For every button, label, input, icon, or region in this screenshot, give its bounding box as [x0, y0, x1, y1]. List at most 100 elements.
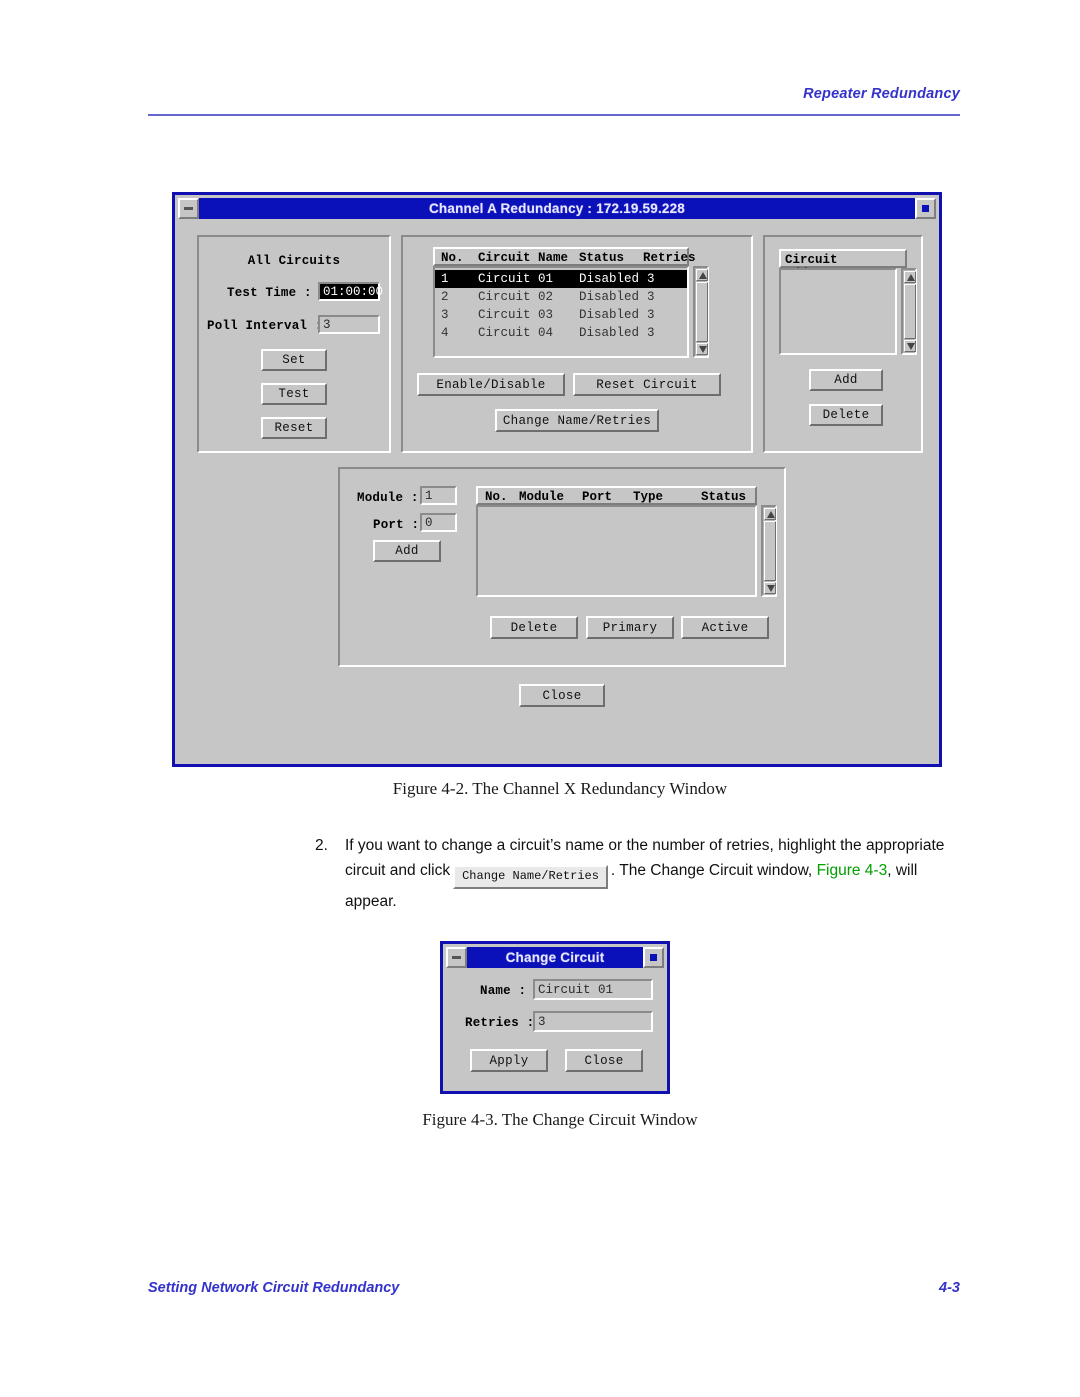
- window-close-button[interactable]: Close: [519, 684, 605, 707]
- scroll-thumb[interactable]: [904, 284, 916, 339]
- name-input[interactable]: Circuit 01: [533, 979, 653, 1000]
- circuit-cell-no: 2: [441, 290, 449, 304]
- port-input[interactable]: 0: [420, 513, 457, 532]
- circuit-cell-name: Circuit 04: [478, 326, 554, 340]
- maximize-icon[interactable]: [643, 947, 664, 968]
- retries-input[interactable]: 3: [533, 1011, 653, 1032]
- column-type: Type: [633, 490, 664, 504]
- all-circuits-title: All Circuits: [247, 254, 341, 268]
- ports-delete-button[interactable]: Delete: [490, 616, 578, 639]
- apply-button[interactable]: Apply: [470, 1049, 548, 1072]
- circuit-cell-no: 4: [441, 326, 449, 340]
- circuit-row[interactable]: 1 Circuit 01 Disabled 3: [435, 270, 687, 288]
- circuit-cell-status: Disabled: [579, 326, 640, 340]
- column-status: Status: [579, 251, 625, 265]
- channel-redundancy-window: Channel A Redundancy : 172.19.59.228 All…: [172, 192, 942, 767]
- column-no: No.: [441, 251, 464, 265]
- scroll-down-icon[interactable]: [904, 340, 916, 352]
- module-input[interactable]: 1: [420, 486, 457, 505]
- circuit-row[interactable]: 2 Circuit 02 Disabled 3: [435, 288, 687, 306]
- figure-4-2-caption: Figure 4-2. The Channel X Redundancy Win…: [392, 779, 728, 798]
- column-module: Module: [519, 490, 565, 504]
- circuit-row[interactable]: 4 Circuit 04 Disabled 3: [435, 324, 687, 342]
- change-circuit-close-button[interactable]: Close: [565, 1049, 643, 1072]
- port-add-button[interactable]: Add: [373, 540, 441, 562]
- circuit-row[interactable]: 3 Circuit 03 Disabled 3: [435, 306, 687, 324]
- address-delete-button[interactable]: Delete: [809, 404, 883, 426]
- circuit-addresses-listbox[interactable]: [779, 268, 897, 355]
- poll-interval-input[interactable]: 3: [318, 315, 380, 334]
- circuits-column-header: No. Circuit Name Status Retries: [433, 247, 696, 266]
- scroll-thumb[interactable]: [764, 521, 776, 581]
- test-time-input[interactable]: 01:00:00: [318, 282, 383, 301]
- circuit-cell-retries: 3: [647, 290, 655, 304]
- scroll-down-icon[interactable]: [696, 343, 708, 355]
- set-button[interactable]: Set: [261, 349, 327, 371]
- window-title: Channel A Redundancy : 172.19.59.228: [428, 201, 686, 216]
- scroll-down-icon[interactable]: [764, 582, 776, 594]
- column-circuit-name: Circuit Name: [478, 251, 569, 265]
- port-label: Port :: [373, 518, 420, 532]
- page-header: Repeater Redundancy: [148, 86, 960, 120]
- module-label: Module :: [357, 491, 419, 505]
- circuit-cell-status: Disabled: [579, 272, 640, 286]
- minimize-icon[interactable]: [446, 947, 467, 968]
- ports-scrollbar[interactable]: [761, 505, 777, 597]
- circuit-addresses-group: Circuit Addresses Add Delete: [763, 235, 923, 453]
- figure-4-3-reference[interactable]: Figure 4-3: [817, 862, 888, 879]
- change-circuit-window: Change Circuit Name : Circuit 01 Retries…: [440, 941, 670, 1094]
- ports-active-button[interactable]: Active: [681, 616, 769, 639]
- change-circuit-titlebar: Change Circuit: [446, 947, 664, 968]
- ports-group: Module : 1 Port : 0 Add No. Module Port …: [338, 467, 786, 667]
- circuit-cell-retries: 3: [647, 272, 655, 286]
- test-button[interactable]: Test: [261, 383, 327, 405]
- retries-label: Retries :: [465, 1016, 535, 1030]
- step-2-paragraph: 2. If you want to change a circuit’s nam…: [300, 833, 960, 914]
- reset-circuit-button[interactable]: Reset Circuit: [573, 373, 721, 396]
- column-port: Port: [582, 490, 613, 504]
- step-number: 2.: [315, 837, 328, 854]
- circuit-cell-no: 3: [441, 308, 449, 322]
- circuit-addresses-scrollbar[interactable]: [901, 268, 917, 355]
- circuit-cell-status: Disabled: [579, 290, 640, 304]
- circuits-scrollbar[interactable]: [693, 266, 709, 358]
- scroll-thumb[interactable]: [696, 282, 708, 342]
- minimize-icon[interactable]: [178, 198, 199, 219]
- poll-interval-label: Poll Interval :: [207, 319, 323, 333]
- change-name-retries-button[interactable]: Change Name/Retries: [495, 409, 659, 432]
- scroll-up-icon[interactable]: [904, 271, 916, 283]
- circuit-addresses-title-bar: Circuit Addresses: [779, 249, 907, 281]
- all-circuits-group: All Circuits Test Time : 01:00:00 Poll I…: [197, 235, 391, 453]
- reset-button[interactable]: Reset: [261, 417, 327, 439]
- circuit-cell-retries: 3: [647, 326, 655, 340]
- circuit-cell-retries: 3: [647, 308, 655, 322]
- page-header-title: Repeater Redundancy: [803, 86, 960, 102]
- column-no: No.: [485, 490, 508, 504]
- column-status: Status: [701, 490, 747, 504]
- enable-disable-button[interactable]: Enable/Disable: [417, 373, 565, 396]
- ports-listbox[interactable]: [476, 505, 757, 597]
- change-circuit-title: Change Circuit: [505, 950, 605, 965]
- circuit-cell-no: 1: [441, 272, 449, 286]
- scroll-up-icon[interactable]: [764, 508, 776, 520]
- name-label: Name :: [480, 984, 527, 998]
- ports-primary-button[interactable]: Primary: [586, 616, 674, 639]
- inline-change-name-retries-button[interactable]: Change Name/Retries: [453, 864, 608, 889]
- figure-4-3-caption: Figure 4-3. The Change Circuit Window: [422, 1110, 698, 1129]
- address-add-button[interactable]: Add: [809, 369, 883, 391]
- circuit-cell-name: Circuit 02: [478, 290, 554, 304]
- circuit-cell-status: Disabled: [579, 308, 640, 322]
- column-retries: Retries: [643, 251, 696, 265]
- circuit-cell-name: Circuit 01: [478, 272, 554, 286]
- window-titlebar: Channel A Redundancy : 172.19.59.228: [178, 198, 936, 219]
- scroll-up-icon[interactable]: [696, 269, 708, 281]
- page-footer-title: Setting Network Circuit Redundancy: [148, 1280, 400, 1296]
- maximize-icon[interactable]: [915, 198, 936, 219]
- page-header-rule: [148, 114, 960, 116]
- test-time-label: Test Time :: [227, 286, 312, 300]
- circuits-listbox[interactable]: 1 Circuit 01 Disabled 3 2 Circuit 02 Disabled 3…: [433, 266, 689, 358]
- page-footer: Setting Network Circuit Redundancy 4-3: [148, 1280, 960, 1306]
- page-number: 4-3: [939, 1280, 960, 1296]
- ports-column-header: No. Module Port Type Status: [476, 486, 757, 505]
- step-text-part2: . The Change Circuit window,: [610, 862, 813, 879]
